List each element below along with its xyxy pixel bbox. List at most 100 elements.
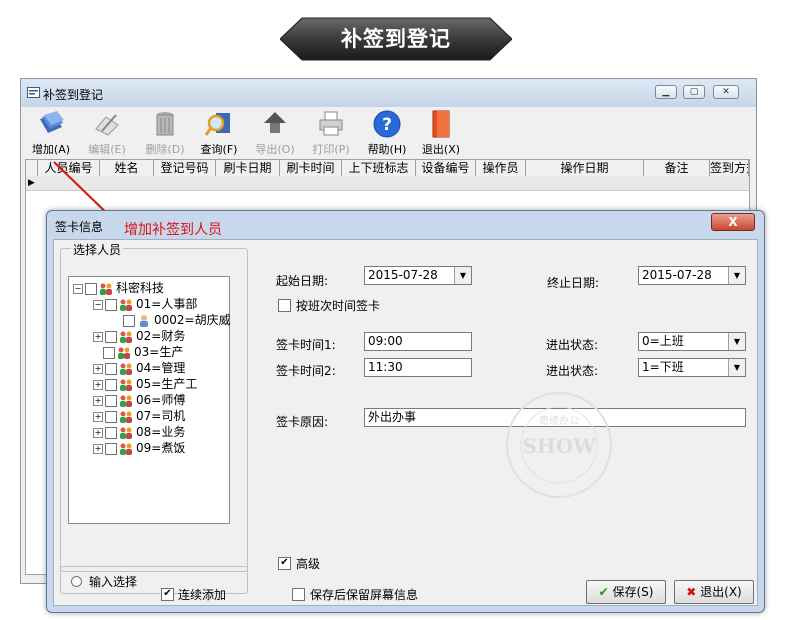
tree-node-checkbox[interactable] xyxy=(105,330,117,343)
grid-col-header[interactable]: 操作日期 xyxy=(526,160,644,176)
tree-node-label: 06=师傅 xyxy=(136,393,186,407)
toolbar-edit-button[interactable]: 编辑(E) xyxy=(79,109,135,159)
toolbar-query-label: 查询(F) xyxy=(200,143,238,156)
tree-node-checkbox[interactable] xyxy=(105,378,117,391)
toolbar-delete-button[interactable]: 删除(D) xyxy=(137,109,193,159)
expand-icon[interactable]: + xyxy=(93,411,103,422)
by-shift-label: 按班次时间签卡 xyxy=(296,299,381,313)
toolbar-add-button[interactable]: 增加(A) xyxy=(23,109,79,159)
toolbar-query-button[interactable]: 查询(F) xyxy=(191,109,247,159)
chevron-down-icon[interactable]: ▼ xyxy=(728,359,745,376)
expand-icon[interactable]: + xyxy=(93,427,103,438)
tree-node-checkbox[interactable] xyxy=(123,314,135,327)
tree-node-checkbox[interactable] xyxy=(105,298,117,311)
grid-col-header[interactable]: 操作员 xyxy=(476,160,526,176)
tree-node[interactable]: +04=管理 xyxy=(73,360,231,376)
toolbar-exit-button[interactable]: 退出(X) xyxy=(413,109,469,159)
tree-node-checkbox[interactable] xyxy=(105,362,117,375)
tree-node-label: 科密科技 xyxy=(116,281,165,295)
end-date-label: 终止日期: xyxy=(547,276,600,290)
tree-node-checkbox[interactable] xyxy=(105,426,117,439)
toolbar-help-button[interactable]: ? 帮助(H) xyxy=(359,109,415,159)
toolbar-print-button[interactable]: 打印(P) xyxy=(303,109,359,159)
tree-node[interactable]: +06=师傅 xyxy=(73,392,231,408)
keep-screen-checkbox[interactable] xyxy=(292,587,309,601)
dialog-body: 选择人员 − 科密科技 −01=人事部 0002=胡庆威 +02=财务 03=生产 +04=… xyxy=(53,239,758,606)
main-toolbar: 增加(A) 编辑(E) 删除(D) 查询(F) 导出(O) 打印(P) ? 帮助… xyxy=(21,107,756,159)
keep-screen-label: 保存后保留屏幕信息 xyxy=(310,588,419,602)
maximize-button[interactable]: ▢ xyxy=(683,85,705,99)
status2-select[interactable]: 1=下班 ▼ xyxy=(638,358,746,377)
tree-node[interactable]: +02=财务 xyxy=(73,328,231,344)
chevron-down-icon[interactable]: ▼ xyxy=(728,267,745,284)
tree-node-label: 01=人事部 xyxy=(136,297,198,311)
tree-node-checkbox[interactable] xyxy=(105,442,117,455)
tree-node[interactable]: +08=业务 xyxy=(73,424,231,440)
tree-node-checkbox[interactable] xyxy=(105,394,117,407)
tree-node[interactable]: 0002=胡庆威 xyxy=(73,312,231,328)
status2-value: 1=下班 xyxy=(642,360,684,374)
tree-node[interactable]: +05=生产工 xyxy=(73,376,231,392)
toolbar-export-button[interactable]: 导出(O) xyxy=(247,109,303,159)
table-row[interactable]: ▶ xyxy=(26,176,749,191)
banner-title: 补签到登记 xyxy=(341,27,451,51)
expand-icon[interactable]: + xyxy=(93,443,103,454)
dialog-close-button[interactable]: X xyxy=(711,213,755,231)
tree-leaf-icon xyxy=(113,317,121,325)
exit-button[interactable]: ✖ 退出(X) xyxy=(674,580,754,604)
sign-time2-input[interactable]: 11:30 xyxy=(364,358,472,377)
expand-icon[interactable]: + xyxy=(93,379,103,390)
toolbar-export-label: 导出(O) xyxy=(255,143,295,156)
tree-node[interactable]: +07=司机 xyxy=(73,408,231,424)
group-people-icon xyxy=(120,299,132,311)
status1-select[interactable]: 0=上班 ▼ xyxy=(638,332,746,351)
tree-node-checkbox[interactable] xyxy=(103,346,115,359)
sign-time1-input[interactable]: 09:00 xyxy=(364,332,472,351)
checkmark-icon: ✔ xyxy=(598,585,609,599)
continuous-add-checkbox[interactable]: ✔ xyxy=(161,587,178,601)
collapse-icon[interactable]: − xyxy=(93,299,103,310)
grid-col-header[interactable]: 上下班标志 xyxy=(342,160,416,176)
grid-col-header[interactable]: 登记号码 xyxy=(154,160,216,176)
tree-node-label: 0002=胡庆威 xyxy=(154,313,231,327)
tree-node-label: 03=生产 xyxy=(134,345,184,359)
chevron-down-icon[interactable]: ▼ xyxy=(454,267,471,284)
grid-col-header[interactable]: 刷卡日期 xyxy=(216,160,280,176)
window-app-icon xyxy=(27,87,40,98)
expand-icon[interactable]: + xyxy=(93,363,103,374)
by-shift-checkbox[interactable] xyxy=(278,298,295,312)
grid-col-header[interactable]: 签到方式 xyxy=(710,160,749,176)
chevron-down-icon[interactable]: ▼ xyxy=(728,333,745,350)
tree-node[interactable]: − 01=人事部 xyxy=(73,296,231,312)
grid-col-header[interactable]: 备注 xyxy=(644,160,710,176)
advanced-label: 高级 xyxy=(296,557,321,571)
toolbar-exit-label: 退出(X) xyxy=(421,143,461,156)
expand-icon[interactable]: + xyxy=(93,395,103,406)
grid-col-header[interactable]: 设备编号 xyxy=(416,160,476,176)
minimize-icon: ▁ xyxy=(662,87,670,97)
sign-time2-value: 11:30 xyxy=(368,360,403,374)
expand-icon[interactable]: + xyxy=(93,331,103,342)
tree-node-checkbox[interactable] xyxy=(105,410,117,423)
tree-node-checkbox[interactable] xyxy=(85,282,97,295)
tree-node-label: 02=财务 xyxy=(136,329,186,343)
save-button[interactable]: ✔ 保存(S) xyxy=(586,580,666,604)
end-date-picker[interactable]: 2015-07-28 ▼ xyxy=(638,266,746,285)
input-select-radio[interactable] xyxy=(71,574,82,588)
start-date-value: 2015-07-28 xyxy=(368,268,438,282)
advanced-checkbox[interactable]: ✔ xyxy=(278,556,295,570)
status2-label: 进出状态: xyxy=(546,364,599,378)
edit-pen-icon xyxy=(95,114,119,136)
tree-node[interactable]: 03=生产 xyxy=(73,344,231,360)
grid-col-header[interactable]: 刷卡时间 xyxy=(280,160,342,176)
close-window-button[interactable]: ✕ xyxy=(713,85,739,99)
collapse-icon[interactable]: − xyxy=(73,283,83,294)
start-date-picker[interactable]: 2015-07-28 ▼ xyxy=(364,266,472,285)
tree-node-label: 04=管理 xyxy=(136,361,186,375)
tree-node[interactable]: − 科密科技 xyxy=(73,280,231,296)
close-icon: X xyxy=(728,215,738,229)
tree-node[interactable]: +09=煮饭 xyxy=(73,440,231,456)
magnifier-icon xyxy=(204,113,230,136)
minimize-button[interactable]: ▁ xyxy=(655,85,677,99)
person-tree[interactable]: − 科密科技 −01=人事部 0002=胡庆威 +02=财务 03=生产 +04=管理 +05… xyxy=(68,276,231,524)
